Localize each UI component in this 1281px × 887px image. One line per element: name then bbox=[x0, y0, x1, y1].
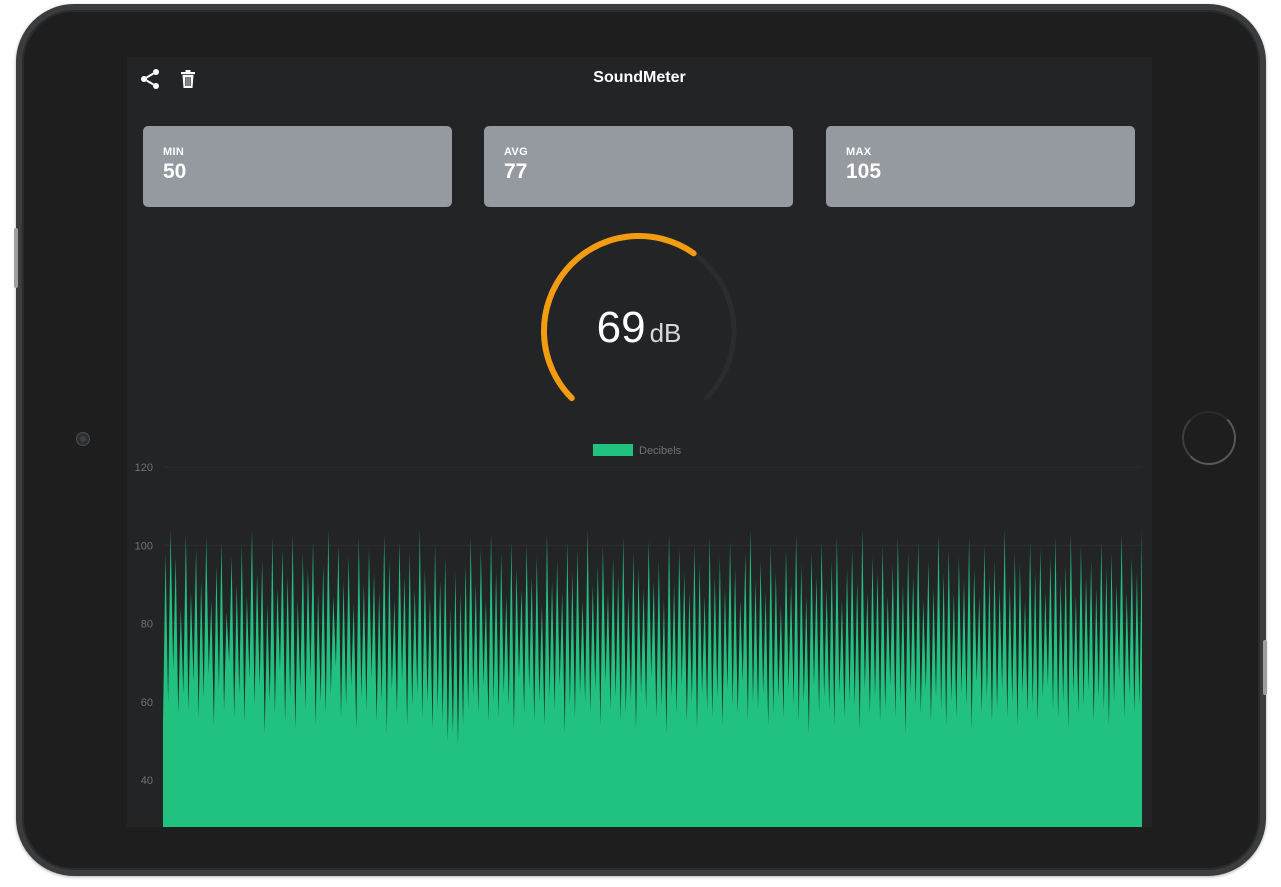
decibels-area bbox=[163, 529, 1142, 827]
min-label: MIN bbox=[163, 146, 185, 158]
y-tick-label: 100 bbox=[135, 540, 153, 552]
y-tick-label: 120 bbox=[135, 462, 153, 474]
max-card: MAX 105 bbox=[826, 126, 1135, 207]
avg-value: 77 bbox=[504, 160, 528, 183]
volume-button-left bbox=[14, 228, 18, 288]
legend-swatch bbox=[593, 444, 633, 456]
app-title: SoundMeter bbox=[593, 69, 686, 86]
max-value: 105 bbox=[846, 160, 882, 183]
decibel-area-chart: Decibels 40 60 80 100 120 bbox=[135, 444, 1142, 827]
avg-card: AVG 77 bbox=[484, 126, 793, 207]
y-tick-label: 60 bbox=[141, 697, 153, 709]
gauge-value: 69 bbox=[596, 303, 646, 352]
gauge-unit: dB bbox=[649, 318, 682, 348]
home-button[interactable] bbox=[1182, 411, 1236, 465]
max-label: MAX bbox=[846, 146, 872, 158]
y-tick-label: 40 bbox=[141, 775, 153, 787]
app-screen: SoundMeter MIN 50 AVG 77 MAX 105 69 dB De… bbox=[127, 57, 1152, 827]
app-header: SoundMeter bbox=[127, 57, 1152, 101]
legend-label: Decibels bbox=[639, 445, 682, 457]
min-value: 50 bbox=[163, 160, 187, 183]
front-camera bbox=[76, 432, 90, 446]
power-button-right bbox=[1263, 640, 1267, 695]
avg-label: AVG bbox=[504, 146, 528, 158]
gauge-readout: 69 dB bbox=[539, 303, 739, 353]
min-card: MIN 50 bbox=[143, 126, 452, 207]
y-tick-label: 80 bbox=[141, 619, 153, 631]
y-tick-labels: 40 60 80 100 120 bbox=[135, 462, 153, 787]
